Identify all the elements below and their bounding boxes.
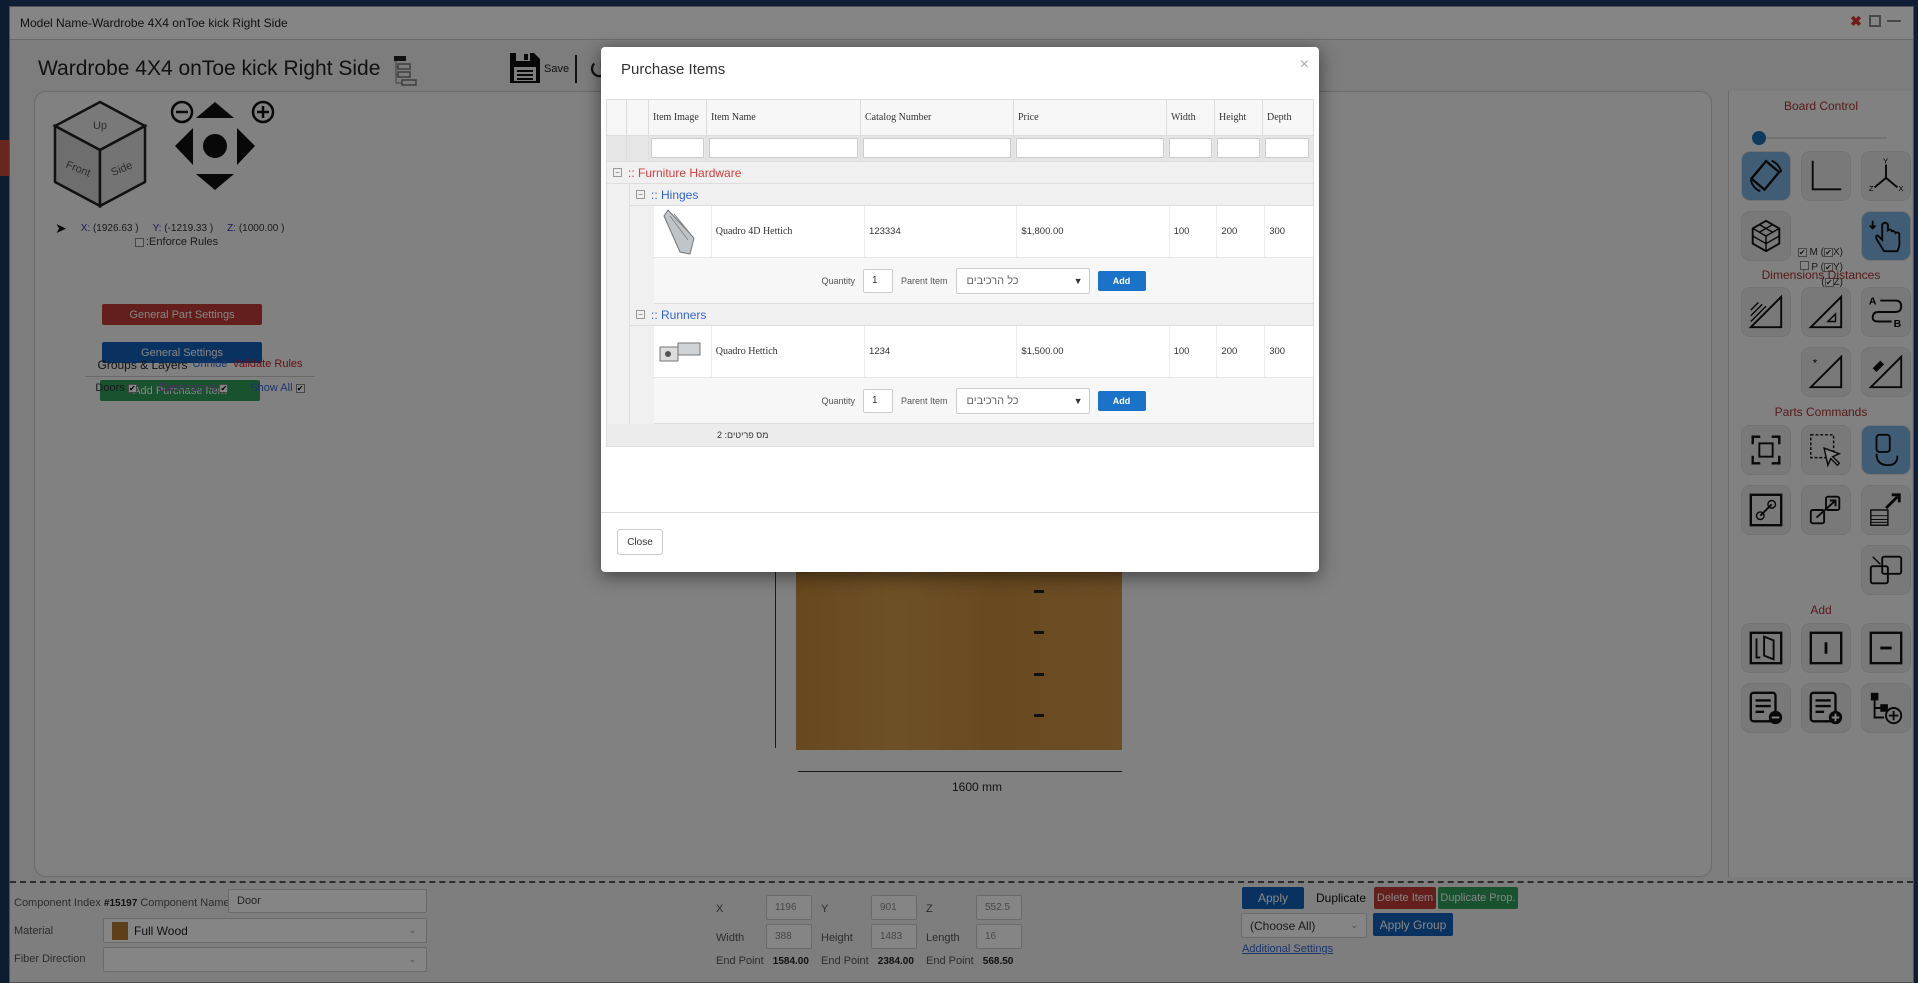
parent-item-value: כל הרכיבים [966, 274, 1019, 287]
filter-item-name[interactable] [709, 138, 858, 158]
dialog-footer-divider [601, 512, 1319, 513]
parent-item-select[interactable]: כל הרכיבים ▼ [955, 387, 1090, 414]
group-label: :: Runners [651, 307, 707, 322]
filter-catalog-number[interactable] [863, 138, 1011, 158]
dialog-title: Purchase Items [621, 61, 726, 78]
filter-depth[interactable] [1265, 138, 1309, 158]
add-item-row: Quantity 1 Parent Item כל הרכיבים ▼ Add [654, 258, 1313, 304]
close-button[interactable]: Close [617, 529, 663, 555]
item-depth: 300 [1269, 226, 1286, 237]
group-label: :: Hinges [651, 187, 699, 202]
item-height: 200 [1217, 326, 1266, 377]
col-item-image[interactable]: Item Image [649, 100, 707, 135]
add-button[interactable]: Add [1097, 390, 1146, 411]
purchase-items-grid: Item Image Item Name Catalog Number Pric… [606, 99, 1314, 447]
items-count-row: מס פריטים: 2 [607, 424, 1313, 446]
item-catalog: 1234 [865, 326, 1018, 377]
item-height: 200 [1217, 206, 1266, 257]
parent-item-label: Parent Item [901, 275, 948, 286]
filter-price[interactable] [1016, 138, 1164, 158]
item-price: $1,800.00 [1017, 206, 1170, 257]
item-width: 100 [1170, 206, 1218, 257]
item-name: Quadro Hettich [712, 326, 866, 377]
dropdown-arrow-icon: ▼ [1073, 395, 1083, 406]
item-name: Quadro 4D Hettich [712, 206, 866, 257]
filter-item-image[interactable] [651, 138, 704, 158]
col-height[interactable]: Height [1215, 100, 1263, 135]
dropdown-arrow-icon: ▼ [1073, 275, 1083, 286]
group-row: − :: Runners [630, 304, 1313, 326]
hinge-image [663, 208, 695, 255]
group-hinges: − :: Hinges Quadro 4D Hettich 123334 $1,… [629, 184, 1313, 304]
runner-image [659, 342, 701, 361]
item-depth: 300 [1269, 346, 1286, 357]
quantity-input[interactable]: 1 [863, 388, 893, 413]
grid-header: Item Image Item Name Catalog Number Pric… [607, 100, 1313, 136]
items-count: מס פריטים: 2 [717, 430, 769, 440]
parent-item-value: כל הרכיבים [966, 394, 1019, 407]
item-row[interactable]: Quadro 4D Hettich 123334 $1,800.00 100 2… [654, 206, 1313, 258]
collapse-category-icon[interactable]: − [613, 168, 622, 177]
filter-height[interactable] [1217, 138, 1260, 158]
parent-item-select[interactable]: כל הרכיבים ▼ [955, 267, 1090, 294]
collapse-group-icon[interactable]: − [636, 190, 645, 199]
col-width[interactable]: Width [1167, 100, 1215, 135]
category-row: − :: Furniture Hardware [607, 162, 1313, 184]
quantity-input[interactable]: 1 [863, 268, 893, 293]
filter-row [607, 136, 1313, 162]
item-price: $1,500.00 [1017, 326, 1170, 377]
col-catalog-number[interactable]: Catalog Number [861, 100, 1014, 135]
parent-item-label: Parent Item [901, 395, 948, 406]
filter-width[interactable] [1169, 138, 1212, 158]
quantity-label: Quantity [821, 275, 855, 286]
col-depth[interactable]: Depth [1263, 100, 1311, 135]
collapse-group-icon[interactable]: − [636, 310, 645, 319]
category-label: :: Furniture Hardware [628, 165, 742, 180]
add-button[interactable]: Add [1097, 270, 1146, 291]
close-dialog-icon[interactable]: × [1300, 56, 1309, 74]
quantity-label: Quantity [821, 395, 855, 406]
col-item-name[interactable]: Item Name [707, 100, 861, 135]
purchase-items-dialog: Purchase Items × Item Image Item Name Ca… [601, 47, 1319, 572]
add-item-row: Quantity 1 Parent Item כל הרכיבים ▼ Add [654, 378, 1313, 424]
item-row[interactable]: Quadro Hettich 1234 $1,500.00 100 200 30… [654, 326, 1313, 378]
item-width: 100 [1170, 326, 1218, 377]
group-row: − :: Hinges [630, 184, 1313, 206]
item-catalog: 123334 [865, 206, 1018, 257]
col-price[interactable]: Price [1014, 100, 1167, 135]
group-runners: − :: Runners Quadro Hettich 1234 $1,500.… [629, 304, 1313, 424]
